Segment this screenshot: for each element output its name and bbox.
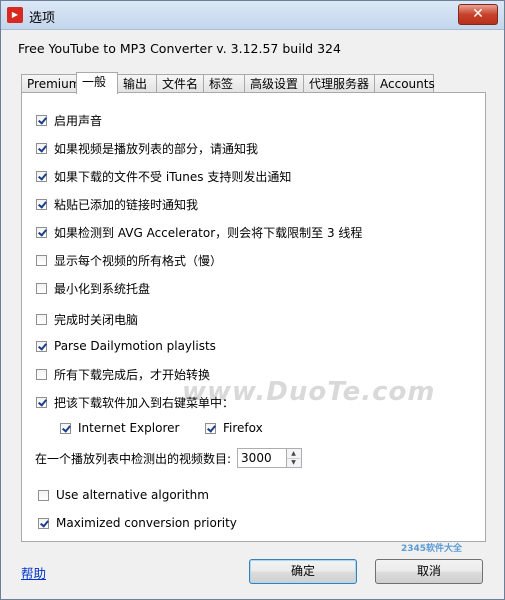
- checkbox[interactable]: [36, 254, 47, 266]
- option-notify-paste[interactable]: 粘贴已添加的链接时通知我: [36, 196, 198, 212]
- tab-proxy[interactable]: 代理服务器: [303, 74, 375, 92]
- option-firefox[interactable]: Firefox: [205, 420, 263, 436]
- checkbox[interactable]: [36, 313, 47, 325]
- checkbox[interactable]: [36, 142, 47, 154]
- watermark-2345: 2345软件大全: [401, 544, 463, 554]
- checkbox[interactable]: [36, 396, 47, 408]
- app-version-label: Free YouTube to MP3 Converter v. 3.12.57…: [18, 41, 341, 56]
- checkbox[interactable]: [38, 517, 49, 529]
- playlist-count-label: 在一个播放列表中检测出的视频数目:: [35, 451, 232, 466]
- option-avg-limit[interactable]: 如果检测到 AVG Accelerator，则会将下载限制至 3 线程: [36, 224, 362, 240]
- checkbox[interactable]: [205, 422, 216, 434]
- tab-strip: Premium 一般 输出 文件名 标签 高级设置 代理服务器 Accounts: [21, 72, 491, 94]
- checkbox[interactable]: [36, 368, 47, 380]
- tab-accounts[interactable]: Accounts: [374, 74, 435, 92]
- tab-output[interactable]: 输出: [117, 74, 157, 92]
- checkbox[interactable]: [38, 489, 49, 501]
- option-minimize-to-tray[interactable]: 最小化到系统托盘: [36, 280, 150, 296]
- checkbox[interactable]: [36, 282, 47, 294]
- checkbox[interactable]: [36, 226, 47, 238]
- option-show-all-formats[interactable]: 显示每个视频的所有格式（慢）: [36, 252, 222, 268]
- app-logo-icon: ▶: [7, 7, 23, 23]
- option-alternative-algorithm[interactable]: Use alternative algorithm: [38, 487, 209, 503]
- checkbox[interactable]: [36, 198, 47, 210]
- ok-button[interactable]: 确定: [249, 559, 357, 584]
- title-bar[interactable]: ▶ 选项 ✕: [1, 1, 504, 30]
- checkbox[interactable]: [36, 340, 47, 352]
- option-notify-itunes[interactable]: 如果下载的文件不受 iTunes 支持则发出通知: [36, 168, 291, 184]
- window-title: 选项: [29, 11, 56, 26]
- option-enable-sound[interactable]: 启用声音: [36, 112, 102, 128]
- checkbox[interactable]: [60, 422, 71, 434]
- option-parse-dailymotion[interactable]: Parse Dailymotion playlists: [36, 338, 216, 354]
- option-context-menu[interactable]: 把该下载软件加入到右键菜单中：: [36, 394, 234, 410]
- option-max-priority[interactable]: Maximized conversion priority: [38, 515, 237, 531]
- general-tab-panel: www.DuoTe.com 启用声音 如果视频是播放列表的部分，请通知我 如果下…: [21, 92, 486, 542]
- checkbox[interactable]: [36, 114, 47, 126]
- tab-general[interactable]: 一般: [76, 72, 118, 94]
- option-convert-after-download[interactable]: 所有下载完成后，才开始转换: [36, 366, 210, 382]
- playlist-count-spinner[interactable]: ▲ ▼: [287, 448, 303, 468]
- close-button[interactable]: ✕: [458, 4, 498, 25]
- playlist-count-input[interactable]: 3000: [237, 448, 288, 468]
- option-shutdown-on-finish[interactable]: 完成时关闭电脑: [36, 311, 138, 327]
- help-link[interactable]: 帮助: [21, 563, 46, 582]
- tab-tags[interactable]: 标签: [203, 74, 245, 92]
- tab-advanced[interactable]: 高级设置: [244, 74, 304, 92]
- spin-down-icon[interactable]: ▼: [287, 458, 300, 467]
- checkbox[interactable]: [36, 170, 47, 182]
- playlist-count-row: 在一个播放列表中检测出的视频数目: 3000 ▲ ▼: [35, 448, 303, 468]
- cancel-button[interactable]: 取消: [375, 559, 483, 584]
- tab-filename[interactable]: 文件名: [156, 74, 204, 92]
- options-dialog: ▶ 选项 ✕ Free YouTube to MP3 Converter v. …: [0, 0, 505, 600]
- option-notify-playlist[interactable]: 如果视频是播放列表的部分，请通知我: [36, 140, 258, 156]
- option-internet-explorer[interactable]: Internet Explorer: [60, 420, 179, 436]
- tab-premium[interactable]: Premium: [21, 74, 80, 92]
